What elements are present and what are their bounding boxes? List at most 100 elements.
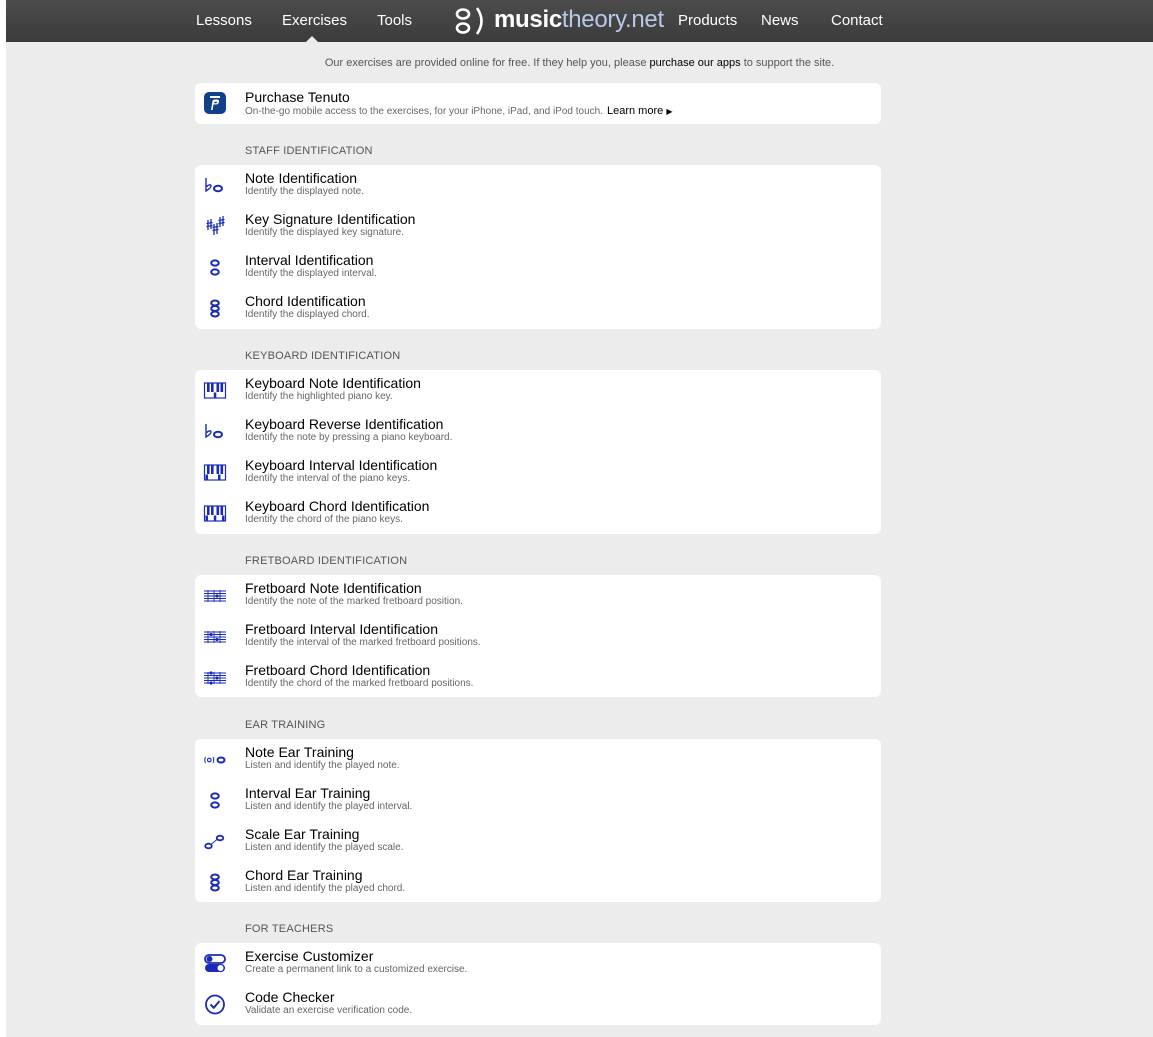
exercise-note-ear-training[interactable]: Note Ear Training Listen and identify th… (195, 741, 881, 781)
keyboard-icon (203, 505, 227, 522)
exercise-title: Note Ear Training (245, 744, 354, 760)
exercise-subtitle: Listen and identify the played interval. (245, 801, 413, 812)
exercise-subtitle: Identify the displayed chord. (245, 309, 370, 320)
exercise-title: Fretboard Chord Identification (245, 662, 431, 678)
exercise-title: Interval Ear Training (245, 785, 371, 801)
exercise-keyboard-chord-identification[interactable]: Keyboard Chord Identification Identify t… (195, 495, 881, 535)
exercise-title: Interval Identification (245, 252, 374, 268)
nav-lessons[interactable]: Lessons (196, 11, 252, 31)
chevron-right-icon: ▶ (666, 107, 673, 116)
interval-icon (210, 259, 220, 276)
exercise-subtitle: Identify the note by pressing a piano ke… (245, 432, 453, 443)
exercise-title: Keyboard Interval Identification (245, 457, 438, 473)
exercise-subtitle: Create a permanent link to a customized … (245, 964, 468, 975)
list-item[interactable]: Purchase Tenuto On-the-go mobile access … (195, 83, 881, 123)
exercise-subtitle: Validate an exercise verification code. (245, 1005, 413, 1016)
exercise-interval-ear-training[interactable]: Interval Ear Training Listen and identif… (195, 782, 881, 822)
exercise-title: Fretboard Note Identification (245, 580, 422, 596)
exercise-title: Chord Identification (245, 293, 366, 309)
section-heading-keyboard: KEYBOARD IDENTIFICATION (245, 350, 401, 362)
keyboard-identification-card: Keyboard Note Identification Identify th… (195, 370, 881, 534)
notice-prefix: Our exercises are provided online for fr… (324, 57, 647, 69)
exercise-title: Exercise Customizer (245, 948, 374, 964)
staff-identification-card: Note Identification Identify the display… (195, 165, 881, 329)
exercise-customizer[interactable]: Exercise Customizer Create a permanent l… (195, 945, 881, 985)
for-teachers-card: Exercise Customizer Create a permanent l… (195, 943, 881, 1025)
exercise-interval-identification[interactable]: Interval Identification Identify the dis… (195, 249, 881, 289)
exercise-title: Code Checker (245, 989, 335, 1005)
exercise-subtitle: Identify the chord of the marked fretboa… (245, 678, 474, 689)
exercise-subtitle: Identify the displayed key signature. (245, 227, 404, 238)
ear-note-icon (204, 756, 226, 764)
fretboard-identification-card: Fretboard Note Identification Identify t… (195, 575, 881, 697)
exercise-title: Key Signature Identification (245, 211, 416, 227)
tenuto-app-icon (204, 92, 226, 114)
exercise-chord-identification[interactable]: Chord Identification Identify the displa… (195, 290, 881, 330)
section-heading-staff: STAFF IDENTIFICATION (245, 145, 373, 157)
exercise-subtitle: Identify the highlighted piano key. (245, 391, 393, 402)
keyboard-icon (203, 382, 227, 399)
checkmark-icon (205, 994, 225, 1015)
tenuto-promo-card[interactable]: Purchase Tenuto On-the-go mobile access … (195, 83, 881, 124)
fretboard-icon (204, 631, 226, 643)
section-heading-for-teachers: FOR TEACHERS (245, 923, 334, 935)
flat-note-icon (205, 178, 223, 193)
nav-contact[interactable]: Contact (831, 11, 883, 31)
chord-icon (210, 873, 220, 892)
fretboard-icon (204, 590, 226, 602)
exercise-subtitle: Identify the chord of the piano keys. (245, 514, 403, 525)
toggle-icon (204, 954, 226, 972)
exercise-subtitle: Identify the interval of the marked fret… (245, 637, 481, 648)
nav-exercises[interactable]: Exercises (282, 11, 347, 31)
exercise-chord-ear-training[interactable]: Chord Ear Training Listen and identify t… (195, 864, 881, 904)
scale-icon (204, 834, 225, 850)
page: Lessons Exercises Tools musictheory.net … (6, 0, 1153, 1037)
exercise-title: Keyboard Reverse Identification (245, 416, 444, 432)
exercise-subtitle: Identify the note of the marked fretboar… (245, 596, 463, 607)
fretboard-icon (204, 671, 226, 685)
exercise-fretboard-chord-identification[interactable]: Fretboard Chord Identification Identify … (195, 659, 881, 699)
chord-icon (210, 299, 220, 318)
logo-wordmark: musictheory.net (494, 4, 664, 36)
notice-suffix: to support the site. (743, 57, 835, 69)
active-nav-indicator (306, 36, 318, 42)
ear-training-card: Note Ear Training Listen and identify th… (195, 739, 881, 902)
exercise-subtitle: Identify the displayed interval. (245, 268, 377, 279)
exercise-fretboard-note-identification[interactable]: Fretboard Note Identification Identify t… (195, 577, 881, 617)
purchase-apps-link[interactable]: purchase our apps (650, 57, 741, 69)
exercise-subtitle: Listen and identify the played note. (245, 760, 400, 771)
exercise-title: Keyboard Note Identification (245, 375, 421, 391)
exercise-title: Keyboard Chord Identification (245, 498, 430, 514)
exercise-note-identification[interactable]: Note Identification Identify the display… (195, 167, 881, 207)
logo-bold-text: music (494, 6, 562, 33)
keyboard-icon (203, 464, 227, 481)
exercise-keyboard-reverse-identification[interactable]: Keyboard Reverse Identification Identify… (195, 413, 881, 453)
exercise-subtitle: Listen and identify the played scale. (245, 842, 404, 853)
code-checker[interactable]: Code Checker Validate an exercise verifi… (195, 986, 881, 1026)
exercise-fretboard-interval-identification[interactable]: Fretboard Interval Identification Identi… (195, 618, 881, 658)
section-heading-ear-training: EAR TRAINING (245, 719, 326, 731)
interval-icon (210, 792, 220, 809)
section-heading-fretboard: FRETBOARD IDENTIFICATION (245, 555, 408, 567)
exercise-title: Chord Ear Training (245, 867, 363, 883)
logo-icon (455, 7, 483, 35)
logo-light-text: theory.net (561, 6, 664, 33)
exercise-keyboard-interval-identification[interactable]: Keyboard Interval Identification Identif… (195, 454, 881, 494)
nav-products[interactable]: Products (678, 11, 737, 31)
flat-note-icon (205, 424, 223, 439)
exercise-title: Scale Ear Training (245, 826, 360, 842)
exercise-title: Fretboard Interval Identification (245, 621, 438, 637)
promo-subtitle-text: On-the-go mobile access to the exercises… (245, 106, 603, 117)
exercise-subtitle: Identify the interval of the piano keys. (245, 473, 411, 484)
promo-subtitle: On-the-go mobile access to the exercises… (245, 105, 672, 118)
promo-title: Purchase Tenuto (245, 89, 350, 105)
exercise-scale-ear-training[interactable]: Scale Ear Training Listen and identify t… (195, 823, 881, 863)
exercise-title: Note Identification (245, 170, 358, 186)
exercise-keyboard-note-identification[interactable]: Keyboard Note Identification Identify th… (195, 372, 881, 412)
learn-more-link[interactable]: Learn more ▶ (607, 105, 672, 117)
exercise-key-signature-identification[interactable]: Key Signature Identification Identify th… (195, 208, 881, 248)
nav-news[interactable]: News (761, 11, 799, 31)
top-navigation: Lessons Exercises Tools musictheory.net … (6, 0, 1153, 42)
nav-tools[interactable]: Tools (377, 11, 412, 31)
exercise-subtitle: Identify the displayed note. (245, 186, 364, 197)
